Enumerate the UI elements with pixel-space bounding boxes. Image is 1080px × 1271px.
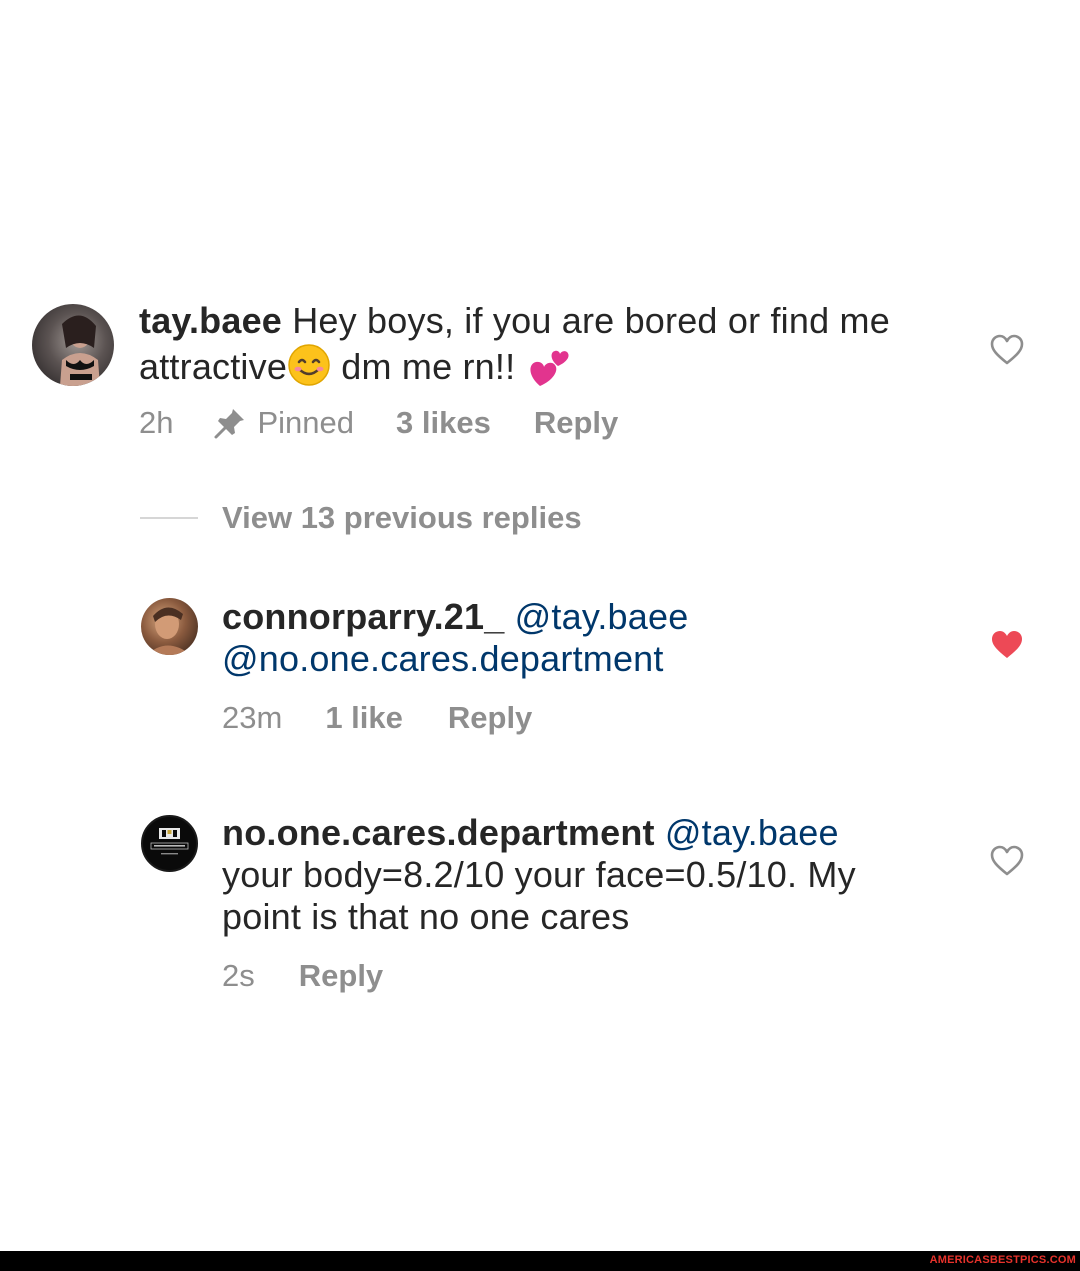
like-button[interactable]: [990, 629, 1024, 661]
mention-link[interactable]: @tay.baee: [515, 596, 689, 637]
comment-body-line2b: dm me rn!!: [331, 346, 526, 388]
mention-link[interactable]: @no.one.cares.department: [222, 638, 664, 679]
comment-text: no.one.cares.department @tay.baee your b…: [222, 812, 922, 938]
comment-body-line1: Hey boys, if you are bored or find me: [282, 300, 890, 341]
avatar-logo: [150, 828, 189, 855]
comment-time: 2h: [139, 405, 174, 440]
username-link[interactable]: connorparry.21_: [222, 596, 504, 637]
avatar-photo: [60, 315, 100, 386]
avatar[interactable]: [32, 304, 114, 386]
view-previous-replies-label: View 13 previous replies: [222, 500, 582, 535]
pinned-label: Pinned: [257, 405, 355, 440]
username-link[interactable]: tay.baee: [139, 300, 282, 341]
likes-count[interactable]: 1 like: [325, 700, 403, 736]
like-button[interactable]: [990, 845, 1024, 877]
heart-outline-icon: [990, 334, 1024, 365]
avatar[interactable]: [141, 815, 198, 872]
comment-body-line2: your body=8.2/10 your face=0.5/10. My: [222, 854, 856, 895]
like-button[interactable]: [990, 334, 1024, 366]
reply-button[interactable]: Reply: [534, 405, 618, 441]
comment-meta: 2s Reply: [222, 958, 383, 994]
comment-meta: 23m 1 like Reply: [222, 700, 532, 736]
avatar[interactable]: [141, 598, 198, 655]
likes-count[interactable]: 3 likes: [396, 405, 491, 441]
divider-line: [140, 517, 198, 519]
comment-time: 23m: [222, 700, 283, 735]
comment-body-line2a: attractive: [139, 346, 288, 388]
watermark-text: AMERICASBESTPICS.COM: [929, 1254, 1076, 1266]
comment-body-line3: point is that no one cares: [222, 896, 630, 937]
mention-link[interactable]: @tay.baee: [665, 812, 839, 853]
heart-outline-icon: [990, 845, 1024, 876]
reply-button[interactable]: Reply: [299, 958, 383, 994]
reply-button[interactable]: Reply: [448, 700, 532, 736]
comment-text: connorparry.21_ @tay.baee @no.one.cares.…: [222, 596, 942, 680]
watermark-bar: AMERICASBESTPICS.COM: [0, 1251, 1080, 1271]
username-link[interactable]: no.one.cares.department: [222, 812, 655, 853]
heart-filled-icon: [992, 631, 1022, 658]
two-hearts-emoji: [526, 342, 572, 397]
pin-icon: [213, 406, 247, 440]
smiling-face-emoji: [287, 343, 331, 396]
avatar-photo: [147, 607, 191, 655]
comment-meta: 2h Pinned 3 likes Reply: [139, 405, 618, 441]
view-previous-replies-button[interactable]: View 13 previous replies: [140, 500, 582, 536]
comment-text: tay.baee Hey boys, if you are bored or f…: [139, 300, 959, 397]
comment-time: 2s: [222, 958, 255, 993]
